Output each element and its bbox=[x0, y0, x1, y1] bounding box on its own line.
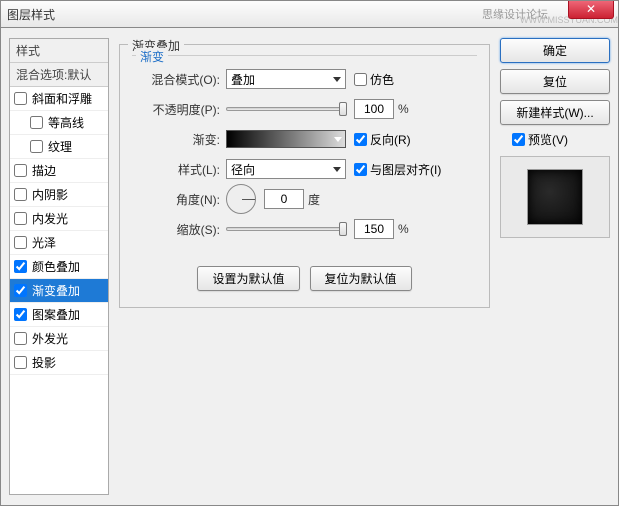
style-label: 样式(L): bbox=[140, 161, 220, 178]
preview-box bbox=[500, 156, 610, 238]
style-label: 内阴影 bbox=[32, 186, 68, 203]
style-item[interactable]: 内阴影 bbox=[10, 183, 108, 207]
style-item[interactable]: 光泽 bbox=[10, 231, 108, 255]
style-checkbox[interactable] bbox=[14, 236, 27, 249]
style-checkbox[interactable] bbox=[14, 332, 27, 345]
close-button[interactable]: ✕ bbox=[568, 1, 614, 19]
scale-slider[interactable] bbox=[226, 227, 346, 231]
style-label: 纹理 bbox=[48, 138, 72, 155]
gradient-overlay-group: 渐变叠加 渐变 混合模式(O): 叠加 仿色 不透明度(P): % bbox=[119, 44, 490, 308]
scale-input[interactable] bbox=[354, 219, 394, 239]
style-item[interactable]: 等高线 bbox=[10, 111, 108, 135]
gradient-picker[interactable] bbox=[226, 130, 346, 148]
blend-mode-select[interactable]: 叠加 bbox=[226, 69, 346, 89]
style-label: 光泽 bbox=[32, 234, 56, 251]
style-label: 颜色叠加 bbox=[32, 258, 80, 275]
chevron-down-icon bbox=[334, 137, 342, 142]
style-checkbox[interactable] bbox=[14, 260, 27, 273]
make-default-button[interactable]: 设置为默认值 bbox=[197, 266, 299, 291]
style-label: 渐变叠加 bbox=[32, 282, 80, 299]
cancel-button[interactable]: 复位 bbox=[500, 69, 610, 94]
style-checkbox[interactable] bbox=[14, 188, 27, 201]
dither-checkbox[interactable]: 仿色 bbox=[354, 71, 394, 88]
scale-label: 缩放(S): bbox=[140, 221, 220, 238]
reverse-checkbox[interactable]: 反向(R) bbox=[354, 131, 411, 148]
angle-dial[interactable] bbox=[226, 184, 256, 214]
style-label: 描边 bbox=[32, 162, 56, 179]
style-label: 斜面和浮雕 bbox=[32, 90, 92, 107]
chevron-down-icon bbox=[333, 77, 341, 82]
new-style-button[interactable]: 新建样式(W)... bbox=[500, 100, 610, 125]
blend-options-header[interactable]: 混合选项:默认 bbox=[10, 63, 108, 87]
opacity-label: 不透明度(P): bbox=[140, 101, 220, 118]
style-checkbox[interactable] bbox=[14, 308, 27, 321]
style-label: 图案叠加 bbox=[32, 306, 80, 323]
style-select[interactable]: 径向 bbox=[226, 159, 346, 179]
style-label: 外发光 bbox=[32, 330, 68, 347]
style-item[interactable]: 纹理 bbox=[10, 135, 108, 159]
gradient-subgroup: 渐变 混合模式(O): 叠加 仿色 不透明度(P): % 渐变: bbox=[132, 55, 477, 256]
styles-panel: 样式 混合选项:默认 斜面和浮雕等高线纹理描边内阴影内发光光泽颜色叠加渐变叠加图… bbox=[9, 38, 109, 495]
preview-thumbnail bbox=[527, 169, 583, 225]
sub-title: 渐变 bbox=[136, 48, 168, 65]
style-item[interactable]: 图案叠加 bbox=[10, 303, 108, 327]
style-item[interactable]: 内发光 bbox=[10, 207, 108, 231]
style-item[interactable]: 描边 bbox=[10, 159, 108, 183]
style-label: 等高线 bbox=[48, 114, 84, 131]
angle-label: 角度(N): bbox=[140, 191, 220, 208]
style-checkbox[interactable] bbox=[30, 116, 43, 129]
style-checkbox[interactable] bbox=[14, 356, 27, 369]
action-panel: 确定 复位 新建样式(W)... 预览(V) bbox=[500, 38, 610, 495]
styles-header[interactable]: 样式 bbox=[10, 39, 108, 63]
style-item[interactable]: 外发光 bbox=[10, 327, 108, 351]
opacity-input[interactable] bbox=[354, 99, 394, 119]
style-label: 投影 bbox=[32, 354, 56, 371]
window-title: 图层样式 bbox=[7, 6, 55, 23]
style-checkbox[interactable] bbox=[14, 284, 27, 297]
reset-default-button[interactable]: 复位为默认值 bbox=[310, 266, 412, 291]
close-icon: ✕ bbox=[586, 2, 596, 16]
ok-button[interactable]: 确定 bbox=[500, 38, 610, 63]
style-checkbox[interactable] bbox=[14, 212, 27, 225]
chevron-down-icon bbox=[333, 167, 341, 172]
style-checkbox[interactable] bbox=[30, 140, 43, 153]
opacity-slider[interactable] bbox=[226, 107, 346, 111]
style-item[interactable]: 斜面和浮雕 bbox=[10, 87, 108, 111]
blend-mode-label: 混合模式(O): bbox=[140, 71, 220, 88]
style-item[interactable]: 渐变叠加 bbox=[10, 279, 108, 303]
preview-checkbox[interactable]: 预览(V) bbox=[512, 131, 610, 148]
style-checkbox[interactable] bbox=[14, 164, 27, 177]
dialog-body: 样式 混合选项:默认 斜面和浮雕等高线纹理描边内阴影内发光光泽颜色叠加渐变叠加图… bbox=[0, 28, 619, 506]
angle-input[interactable] bbox=[264, 189, 304, 209]
style-item[interactable]: 颜色叠加 bbox=[10, 255, 108, 279]
options-panel: 渐变叠加 渐变 混合模式(O): 叠加 仿色 不透明度(P): % bbox=[119, 38, 490, 495]
align-checkbox[interactable]: 与图层对齐(I) bbox=[354, 161, 441, 178]
style-list: 斜面和浮雕等高线纹理描边内阴影内发光光泽颜色叠加渐变叠加图案叠加外发光投影 bbox=[10, 87, 108, 375]
style-item[interactable]: 投影 bbox=[10, 351, 108, 375]
gradient-label: 渐变: bbox=[140, 131, 220, 148]
style-label: 内发光 bbox=[32, 210, 68, 227]
style-checkbox[interactable] bbox=[14, 92, 27, 105]
titlebar: 图层样式 思缘设计论坛 WWW.MISSYUAN.COM ✕ bbox=[0, 0, 619, 28]
